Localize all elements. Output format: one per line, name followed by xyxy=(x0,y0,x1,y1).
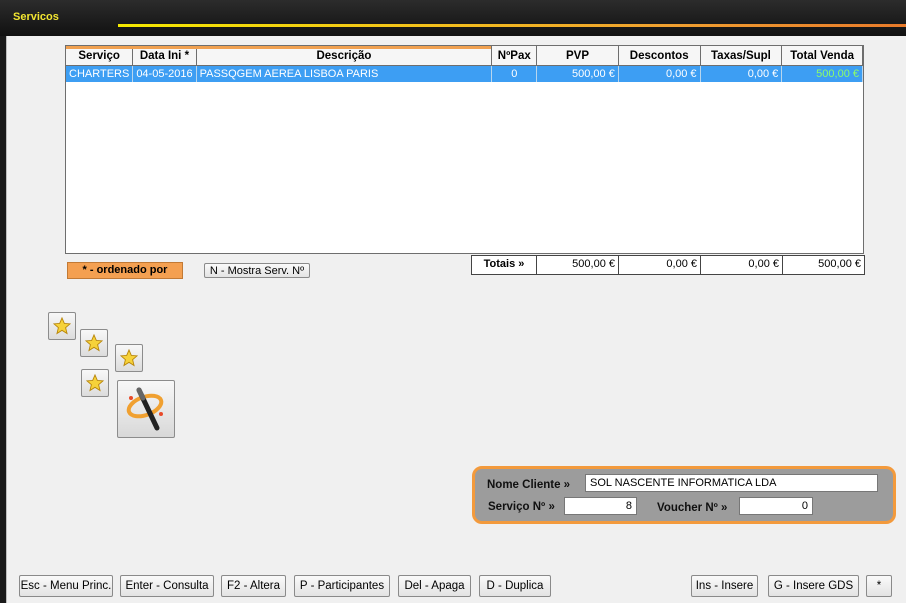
cell-npax: 0 xyxy=(491,65,538,82)
servico-number-label: Serviço Nº » xyxy=(488,501,555,513)
altera-button[interactable]: F2 - Altera xyxy=(221,575,286,597)
star-button-1[interactable] xyxy=(48,312,76,340)
ordered-by-label: * - ordenado por xyxy=(67,262,183,279)
total-venda: 500,00 € xyxy=(818,258,861,270)
cell-descontos: 0,00 € xyxy=(618,65,701,82)
servico-number-field[interactable]: 8 xyxy=(564,497,637,515)
consulta-button[interactable]: Enter - Consulta xyxy=(120,575,214,597)
star-button-2[interactable] xyxy=(80,329,108,357)
main-panel: Serviço Data Ini * Descrição NºPax PVP D… xyxy=(6,36,906,603)
apaga-button[interactable]: Del - Apaga xyxy=(398,575,471,597)
col-header-npax[interactable]: NºPax xyxy=(491,46,538,66)
client-name-field[interactable]: SOL NASCENTE INFORMATICA LDA xyxy=(585,474,878,492)
cell-data-ini: 04-05-2016 xyxy=(132,65,197,82)
star-icon xyxy=(53,317,71,335)
table-row[interactable]: CHARTERS 04-05-2016 PASSQGEM AEREA LISBO… xyxy=(66,65,863,82)
window-title: Servicos xyxy=(13,11,59,23)
client-name-label: Nome Cliente » xyxy=(487,479,571,491)
header-accent-line xyxy=(66,46,491,49)
total-pvp: 500,00 € xyxy=(537,256,619,274)
voucher-number-label: Voucher Nº » xyxy=(657,502,728,514)
client-panel: Nome Cliente » SOL NASCENTE INFORMATICA … xyxy=(472,466,896,524)
star-shortcut-button[interactable]: * xyxy=(866,575,892,597)
star-icon xyxy=(120,349,138,367)
star-button-3[interactable] xyxy=(115,344,143,372)
magic-wand-button[interactable] xyxy=(117,380,175,438)
participantes-button[interactable]: P - Participantes xyxy=(294,575,390,597)
magic-wand-icon xyxy=(126,387,164,431)
title-accent-line xyxy=(118,24,906,27)
star-icon xyxy=(85,334,103,352)
cell-taxas: 0,00 € xyxy=(700,65,783,82)
services-grid[interactable]: Serviço Data Ini * Descrição NºPax PVP D… xyxy=(65,45,864,254)
col-header-descontos[interactable]: Descontos xyxy=(618,46,701,66)
star-icon xyxy=(86,374,104,392)
col-header-total-venda[interactable]: Total Venda xyxy=(781,46,863,66)
menu-principal-button[interactable]: Esc - Menu Princ. xyxy=(19,575,113,597)
cell-pvp: 500,00 € xyxy=(536,65,619,82)
totals-label: Totais » xyxy=(472,256,537,274)
voucher-number-field[interactable]: 0 xyxy=(739,497,813,515)
services-table: Serviço Data Ini * Descrição NºPax PVP D… xyxy=(66,46,863,82)
cell-descricao: PASSQGEM AEREA LISBOA PARIS xyxy=(196,65,493,82)
insere-button[interactable]: Ins - Insere xyxy=(691,575,758,597)
insere-gds-button[interactable]: G - Insere GDS xyxy=(768,575,859,597)
col-header-taxas[interactable]: Taxas/Supl xyxy=(700,46,783,66)
total-descontos: 0,00 € xyxy=(619,256,701,274)
duplica-button[interactable]: D - Duplica xyxy=(479,575,551,597)
cell-total-venda: 500,00 € xyxy=(781,65,863,82)
total-taxas: 0,00 € xyxy=(701,256,783,274)
show-serv-button[interactable]: N - Mostra Serv. Nº xyxy=(204,263,310,278)
title-bar: Servicos xyxy=(0,0,906,36)
cell-servico: CHARTERS xyxy=(66,65,134,82)
col-header-pvp[interactable]: PVP xyxy=(536,46,619,66)
star-button-4[interactable] xyxy=(81,369,109,397)
totals-row: Totais » 500,00 € 0,00 € 0,00 € 500,00 € xyxy=(471,255,865,275)
